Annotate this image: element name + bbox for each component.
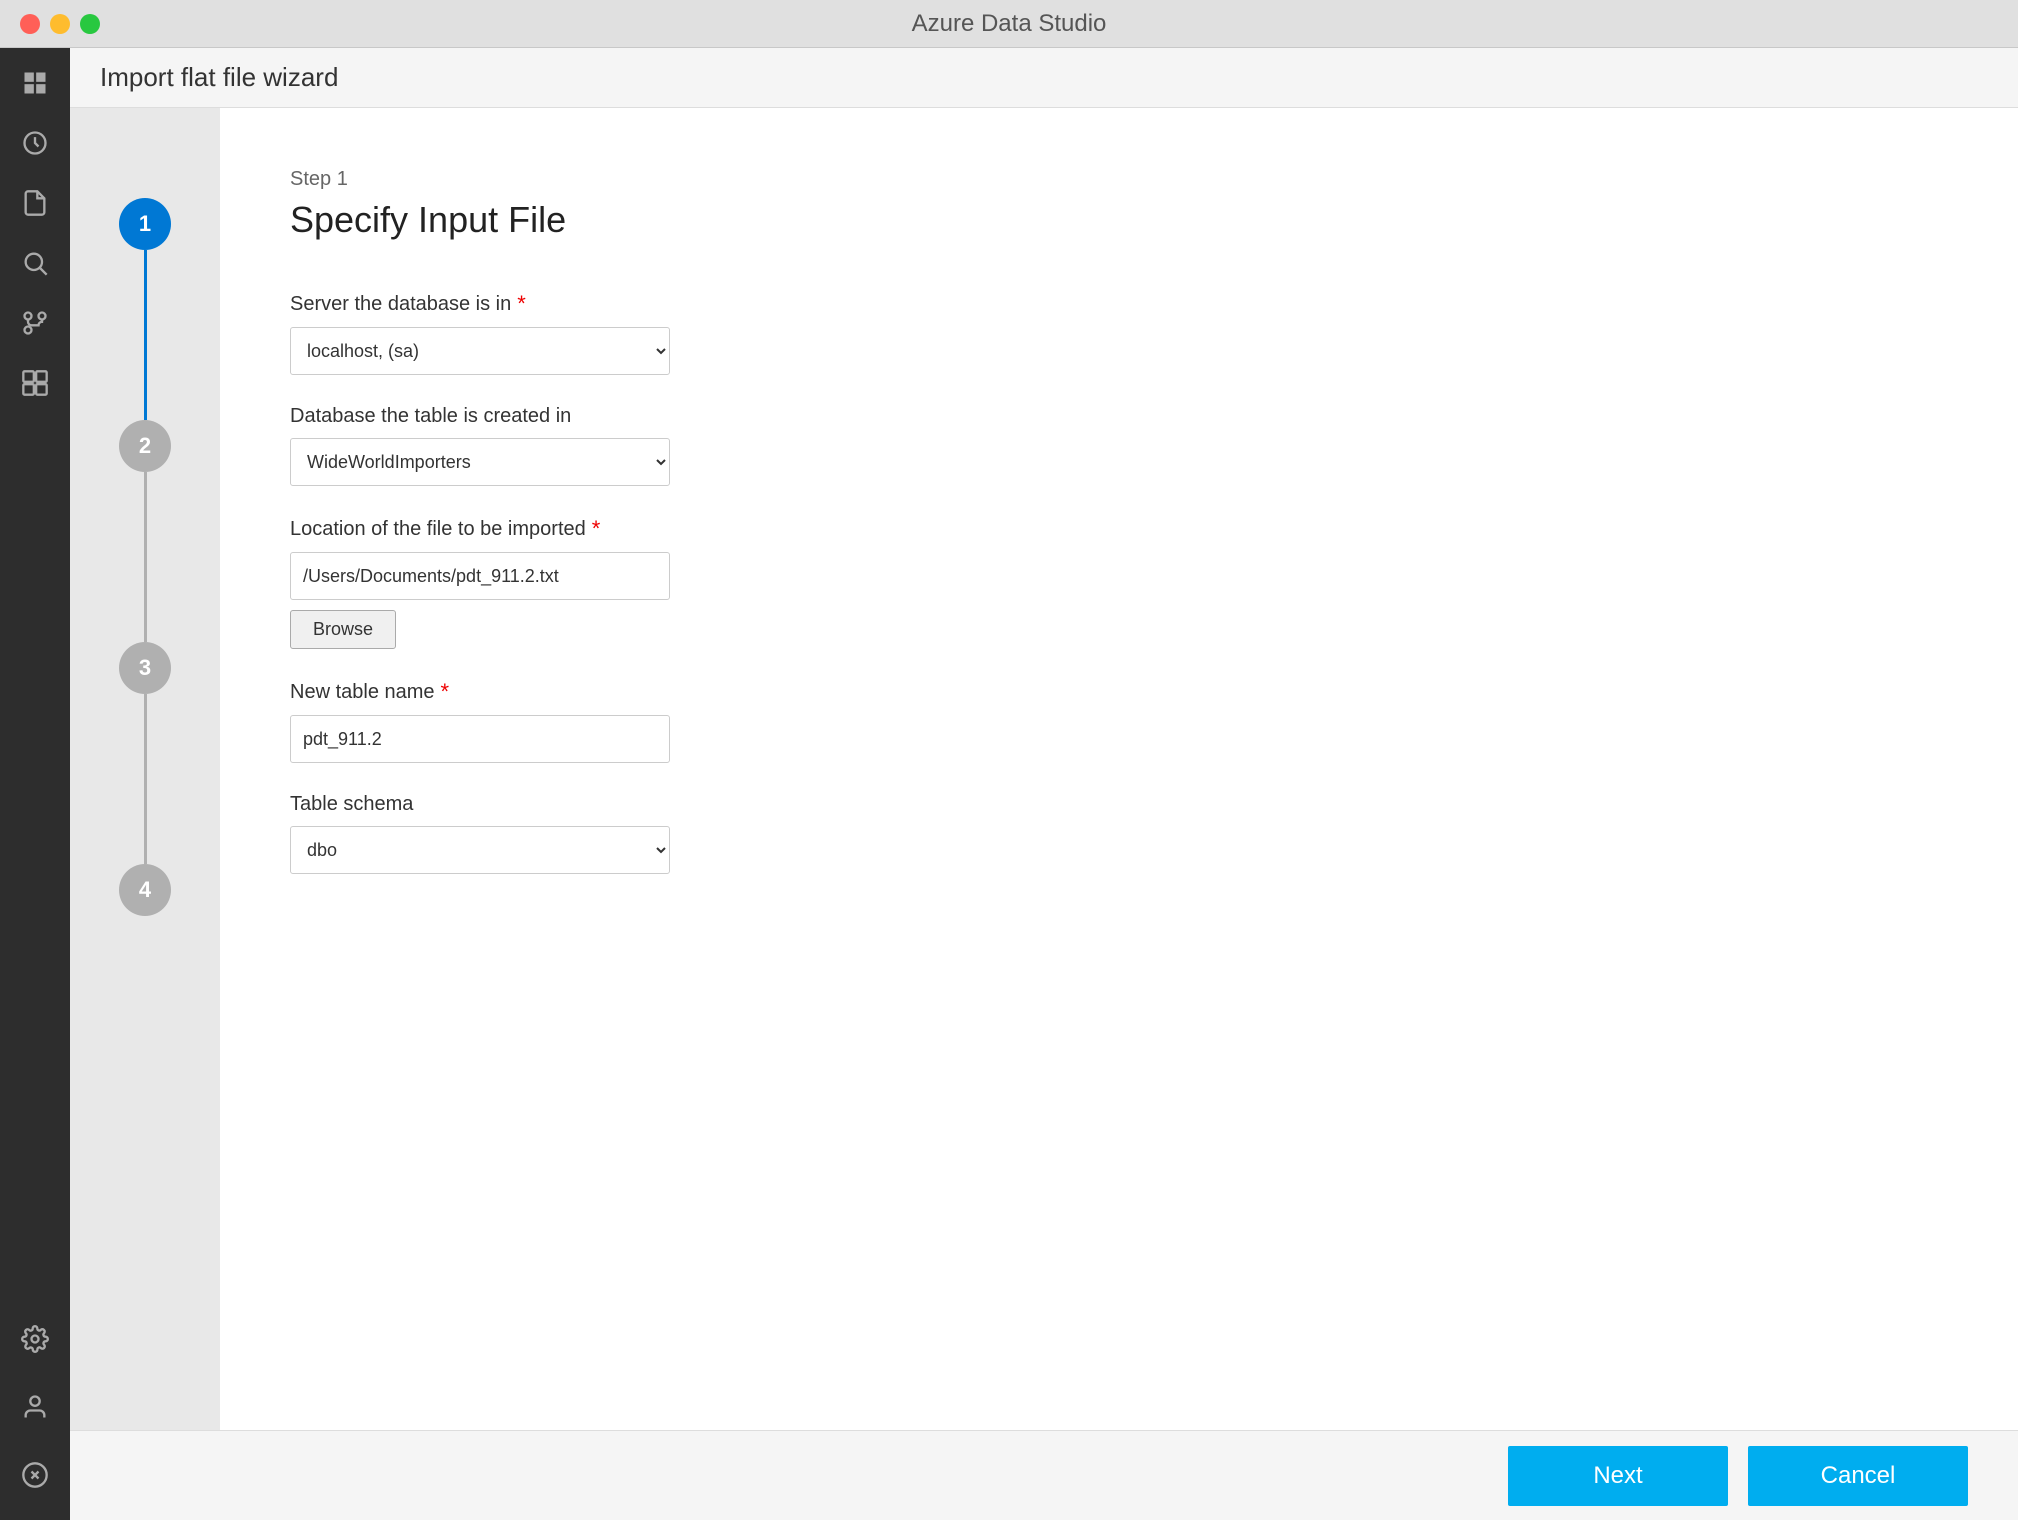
new-table-input[interactable] [290,715,670,763]
new-table-label: New table name * [290,679,1948,705]
stepper-sidebar: 1 2 3 4 [70,108,220,1430]
app-header-title: Import flat file wizard [100,62,338,93]
step-4: 4 [119,864,171,916]
schema-select[interactable]: dbo [290,826,670,874]
maximize-button[interactable] [80,14,100,34]
step-3-circle: 3 [119,642,171,694]
step-1: 1 [119,198,171,420]
schema-label: Table schema [290,793,1948,816]
sidebar-icon-history[interactable] [10,118,60,168]
location-form-group: Location of the file to be imported * Br… [290,516,1948,649]
step-title: Specify Input File [290,199,1948,241]
app-header: Import flat file wizard [70,48,2018,108]
step-2: 2 [119,420,171,642]
server-form-group: Server the database is in * localhost, (… [290,291,1948,375]
server-required-star: * [517,291,526,317]
step-2-line [144,472,147,642]
close-button[interactable] [20,14,40,34]
sidebar-icon-extensions[interactable] [10,358,60,408]
step-4-circle: 4 [119,864,171,916]
app-title: Azure Data Studio [912,10,1107,38]
sidebar-icon-file[interactable] [10,178,60,228]
new-table-form-group: New table name * [290,679,1948,763]
titlebar: Azure Data Studio [0,0,2018,48]
database-label: Database the table is created in [290,405,1948,428]
step-label: Step 1 [290,168,1948,191]
next-button[interactable]: Next [1508,1446,1728,1506]
minimize-button[interactable] [50,14,70,34]
sidebar-icon-search[interactable] [10,238,60,288]
schema-form-group: Table schema dbo [290,793,1948,874]
new-table-required-star: * [441,679,450,705]
traffic-lights [20,14,100,34]
sidebar-icon-error[interactable] [10,1450,60,1500]
location-input[interactable] [290,552,670,600]
database-form-group: Database the table is created in WideWor… [290,405,1948,486]
location-label: Location of the file to be imported * [290,516,1948,542]
sidebar-icon-explorer[interactable] [10,58,60,108]
server-select[interactable]: localhost, (sa) [290,327,670,375]
location-required-star: * [592,516,601,542]
step-1-line [144,250,147,420]
sidebar [0,48,70,1520]
sidebar-icon-account[interactable] [10,1382,60,1432]
sidebar-icon-git[interactable] [10,298,60,348]
cancel-button[interactable]: Cancel [1748,1446,1968,1506]
step-1-circle: 1 [119,198,171,250]
step-3-line [144,694,147,864]
database-select[interactable]: WideWorldImporters [290,438,670,486]
step-2-circle: 2 [119,420,171,472]
server-label: Server the database is in * [290,291,1948,317]
sidebar-icon-settings[interactable] [10,1314,60,1364]
wizard-content: Step 1 Specify Input File Server the dat… [220,108,2018,1430]
wizard-footer: Next Cancel [70,1430,2018,1520]
step-3: 3 [119,642,171,864]
browse-button[interactable]: Browse [290,610,396,649]
